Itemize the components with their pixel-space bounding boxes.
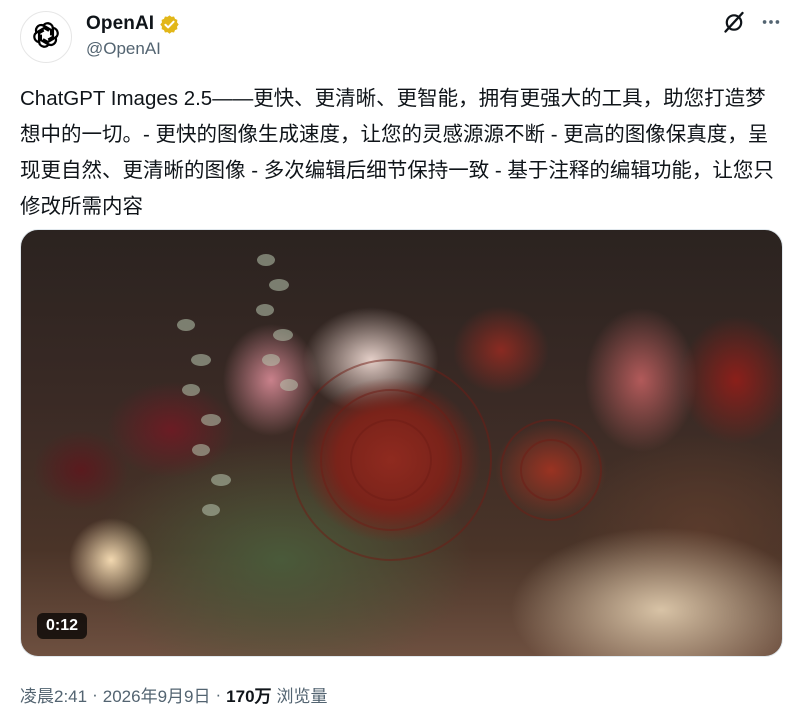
author-handle[interactable]: @OpenAI (86, 39, 161, 59)
openai-logo-icon (27, 16, 65, 59)
tweet-text: ChatGPT Images 2.5——更快、更清晰、更智能，拥有更强大的工具，… (20, 87, 774, 218)
grok-icon (722, 10, 746, 39)
avatar[interactable] (20, 11, 72, 63)
more-icon (760, 11, 782, 38)
author-display-name[interactable]: OpenAI (86, 13, 154, 35)
tweet-time[interactable]: 凌晨2:41 (20, 682, 87, 707)
video-player[interactable] (20, 229, 783, 657)
video-duration-badge: 0:12 (37, 613, 88, 639)
author-name-row: OpenAI (86, 12, 180, 36)
views-label: 浏览量 (276, 687, 328, 706)
tweet: OpenAI @OpenAI ChatGPT Images 2.5——更快、更清… (0, 0, 800, 706)
video-frame (177, 254, 602, 561)
verified-badge-icon[interactable] (159, 14, 180, 35)
more-button[interactable] (758, 11, 784, 37)
views-count: 170万 (226, 687, 272, 706)
tweet-date[interactable]: 2026年9月9日 (103, 682, 211, 707)
tweet-meta: 凌晨2:41 · 2026年9月9日 · 170万 浏览量 (20, 682, 328, 707)
meta-separator: · (92, 684, 98, 704)
meta-separator: · (215, 684, 222, 704)
grok-button[interactable] (721, 11, 747, 37)
